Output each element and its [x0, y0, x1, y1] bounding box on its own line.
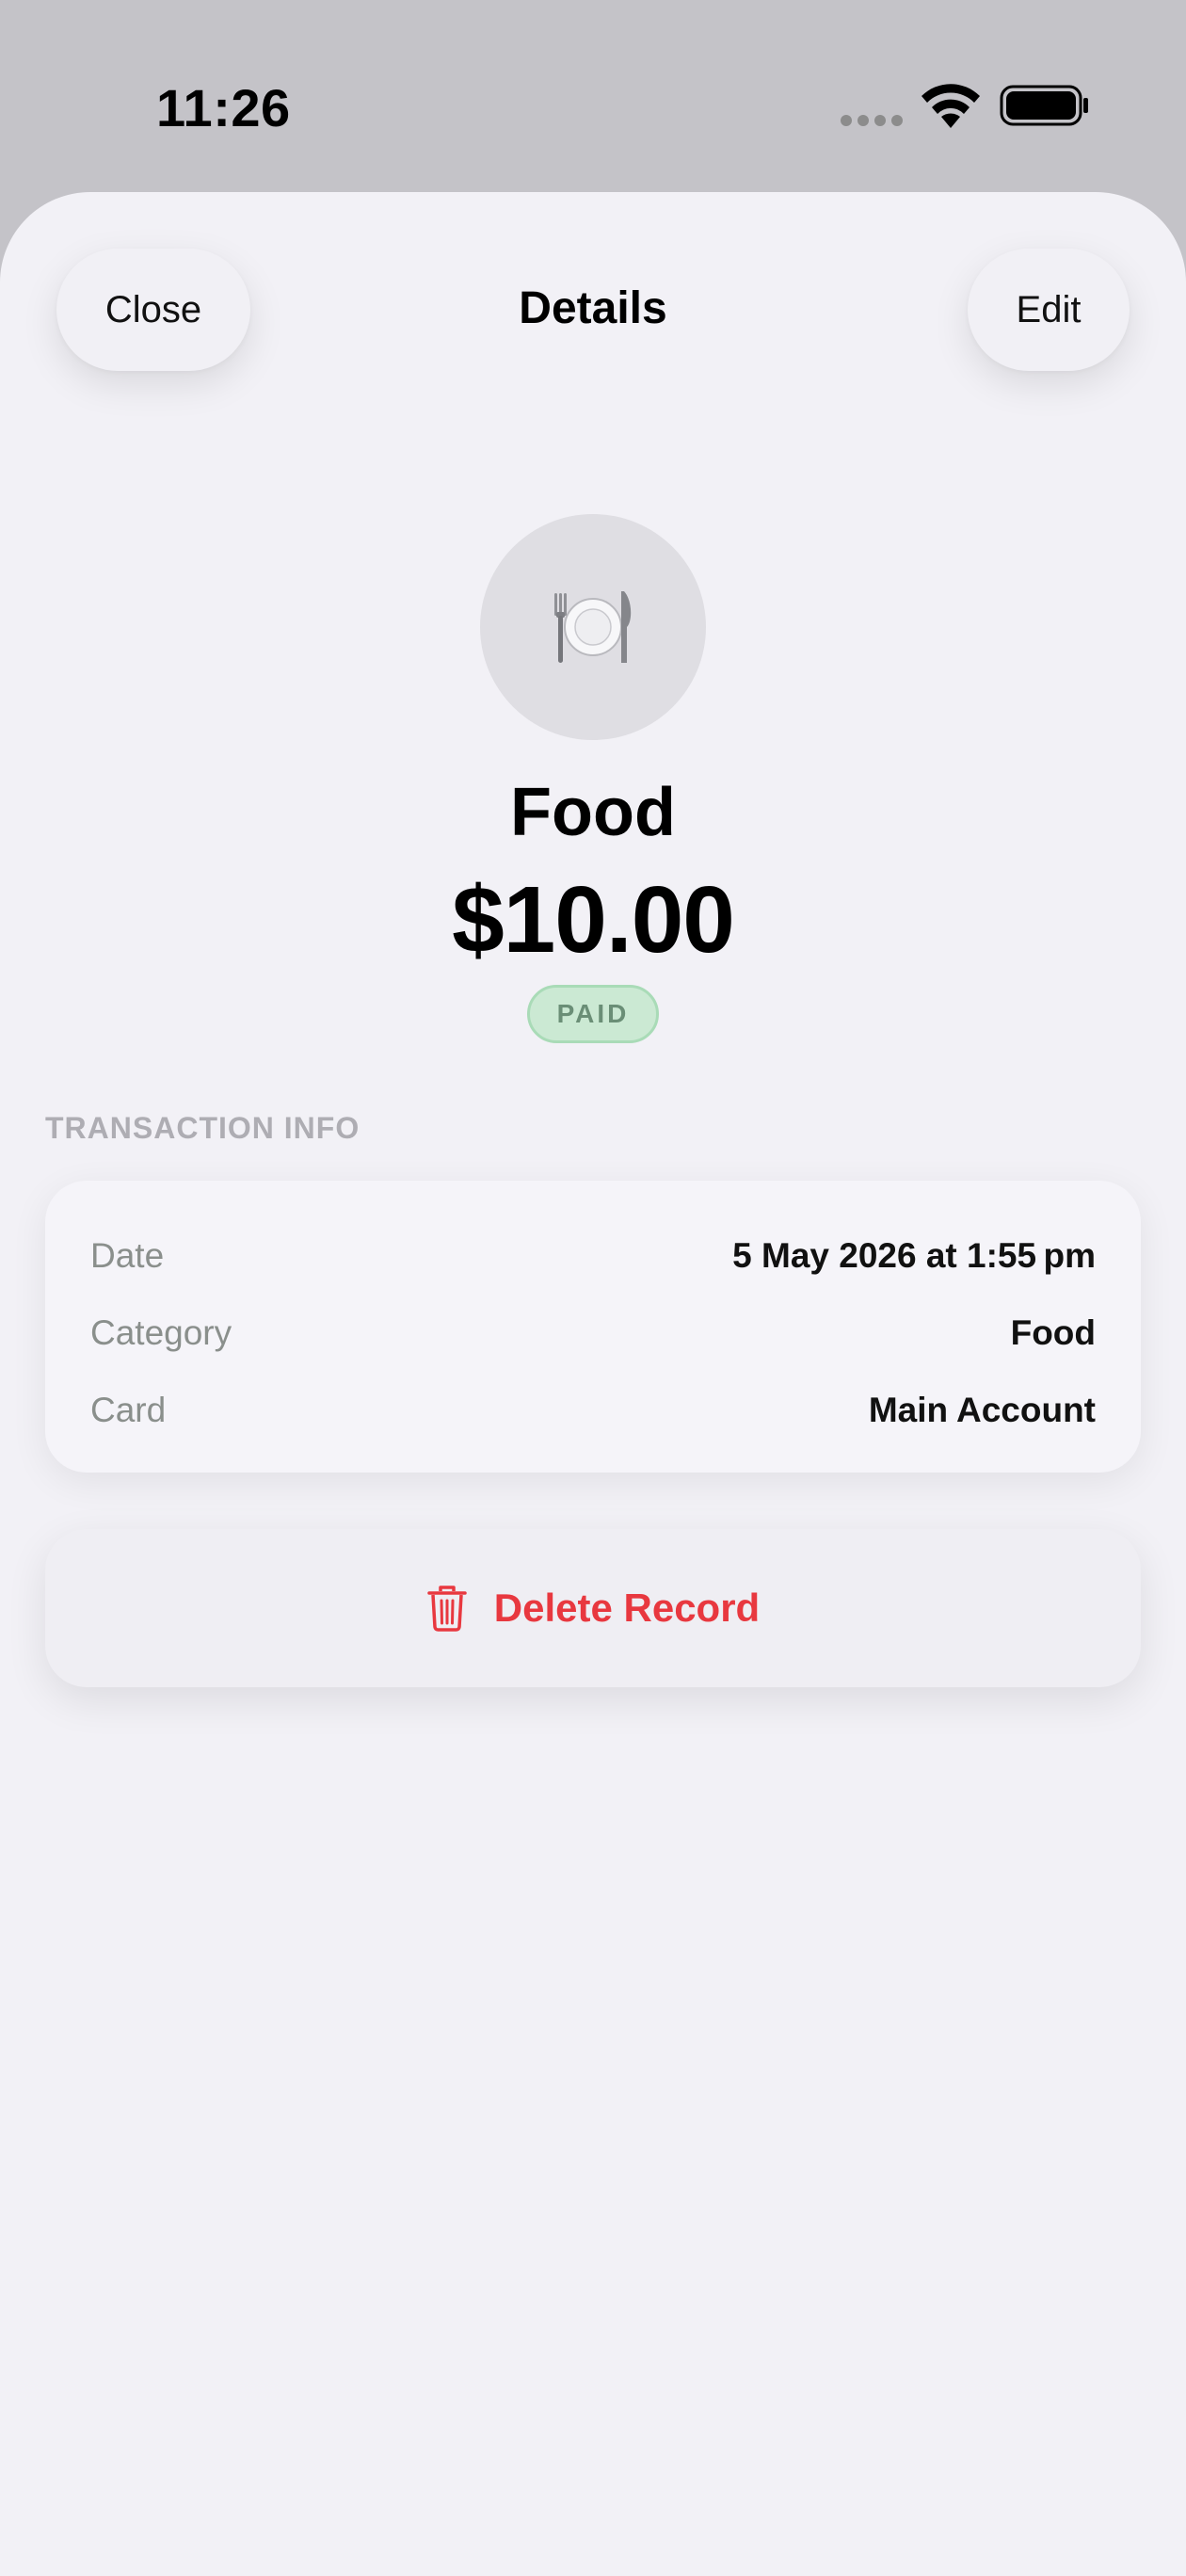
record-amount: $10.00	[452, 867, 735, 973]
info-label: Card	[90, 1391, 167, 1429]
info-value: Main Account	[868, 1391, 1096, 1429]
info-row-category: Category Food	[90, 1305, 1096, 1361]
info-label: Date	[90, 1236, 165, 1275]
trash-icon	[427, 1586, 467, 1632]
info-label: Category	[90, 1313, 232, 1352]
status-time: 11:26	[156, 78, 291, 137]
status-bar: 11:26	[0, 0, 1186, 188]
delete-record-button[interactable]: Delete Record	[45, 1529, 1141, 1687]
info-value: 5 May 2026 at 1:55 pm	[732, 1236, 1096, 1275]
info-value: Food	[1010, 1313, 1096, 1352]
info-row-card: Card Main Account	[90, 1382, 1096, 1439]
category-avatar	[480, 514, 706, 740]
wifi-icon	[922, 84, 980, 128]
section-header-transaction-info: TRANSACTION INFO	[45, 1111, 361, 1145]
battery-icon	[1000, 85, 1088, 126]
cellular-signal-icon	[841, 115, 906, 128]
status-badge: PAID	[527, 985, 659, 1043]
fork-knife-plate-icon	[554, 591, 632, 663]
info-row-date: Date 5 May 2026 at 1:55 pm	[90, 1228, 1096, 1284]
edit-button[interactable]: Edit	[968, 249, 1130, 371]
details-sheet: Close Details Edit Food $10.00 PAID TRAN…	[0, 192, 1186, 2576]
transaction-info-card: Date 5 May 2026 at 1:55 pm Category Food…	[45, 1181, 1141, 1473]
record-name: Food	[510, 775, 676, 850]
delete-record-label: Delete Record	[493, 1586, 761, 1630]
